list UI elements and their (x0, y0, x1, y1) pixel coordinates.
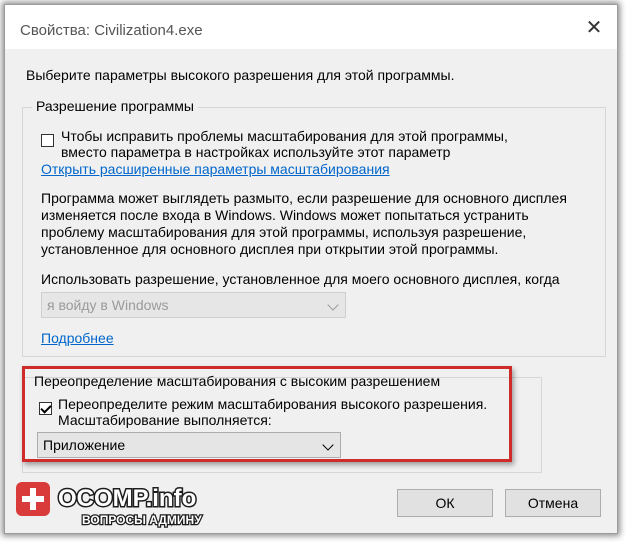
advanced-scaling-link[interactable]: Открыть расширенные параметры масштабиро… (41, 161, 390, 178)
chevron-down-icon (327, 299, 339, 311)
window-title: Свойства: Civilization4.exe (20, 22, 203, 39)
program-resolution-checkbox-line1[interactable]: Чтобы исправить проблемы масштабирования… (61, 128, 508, 145)
cancel-button[interactable]: Отмена (505, 489, 601, 517)
close-icon[interactable]: ✕ (571, 5, 617, 49)
more-info-link[interactable]: Подробнее (41, 330, 114, 347)
highlight-annotation (22, 366, 512, 462)
description-line-4: установленное для основного дисплея при … (41, 241, 499, 257)
when-select: я войду в Windows (41, 292, 346, 318)
plus-icon-h (22, 496, 44, 502)
description-line-3: проблему масштабирования для этой програ… (41, 224, 527, 240)
intro-text: Выберите параметры высокого разрешения д… (26, 67, 455, 83)
watermark-brand: OCOMP.info (58, 485, 196, 512)
program-resolution-group: Разрешение программы Чтобы исправить про… (22, 98, 606, 357)
description-line-2: изменяется после входа в Windows. Window… (41, 207, 529, 223)
program-resolution-legend: Разрешение программы (32, 98, 198, 114)
watermark-tagline: ВОПРОСЫ АДМИНУ (82, 513, 202, 527)
program-resolution-checkbox-line2[interactable]: вместо параметра в настройках используйт… (61, 144, 450, 161)
program-resolution-checkbox[interactable] (41, 134, 54, 147)
description-line-1: Программа может выглядеть размыто, если … (41, 190, 567, 206)
title-bar: Свойства: Civilization4.exe ✕ (5, 5, 617, 49)
use-resolution-label: Использовать разрешение, установленное д… (41, 271, 560, 287)
ok-button[interactable]: ОК (397, 489, 493, 517)
ocomp-watermark-logo: OCOMP.info ВОПРОСЫ АДМИНУ (16, 482, 203, 528)
when-select-value: я войду в Windows (47, 297, 169, 313)
